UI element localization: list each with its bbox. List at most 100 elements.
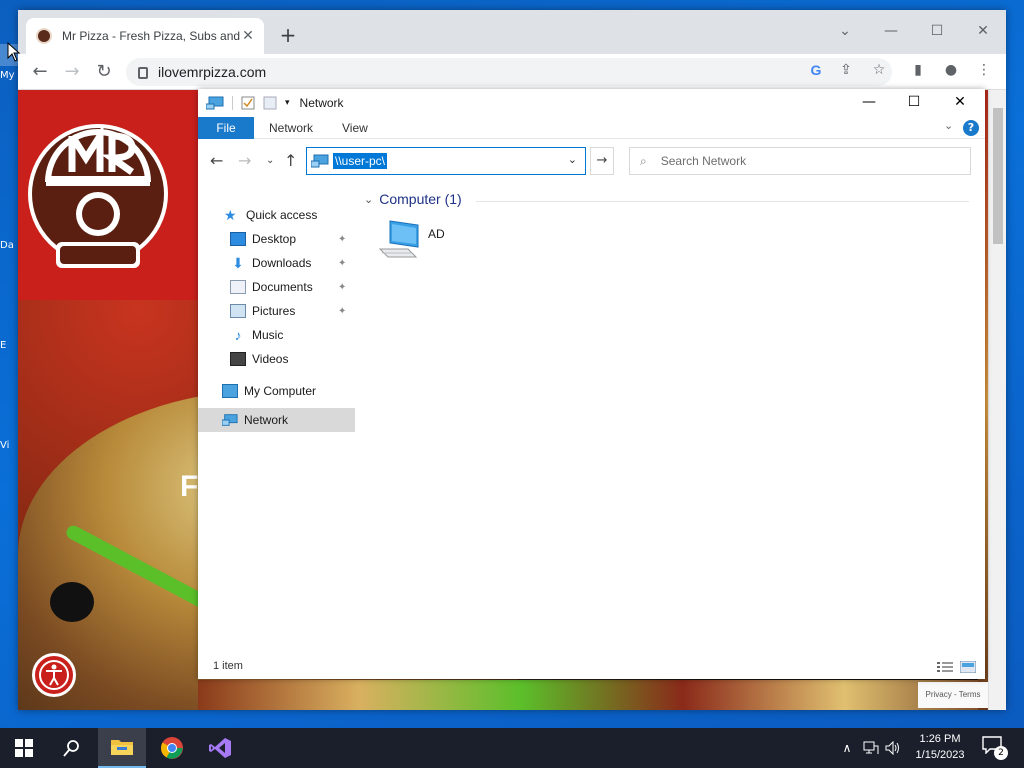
address-dropdown-icon[interactable]: ⌄ <box>568 153 577 166</box>
tab-close-icon[interactable]: ✕ <box>240 28 256 44</box>
navigation-pane: ★ Quick access Desktop ✦ ⬇ Downloads ✦ D… <box>198 193 356 663</box>
pin-icon[interactable]: ✦ <box>338 234 346 245</box>
search-placeholder: Search Network <box>660 154 747 168</box>
network-wired-icon <box>863 741 879 754</box>
forward-arrow-icon[interactable]: → <box>58 58 86 86</box>
bookmark-star-icon[interactable]: ☆ <box>869 60 889 80</box>
taskbar: ∧ 1:26 PM 1/15/2023 2 <box>0 728 1024 768</box>
google-icon[interactable]: G <box>806 60 826 80</box>
properties-checkbox-icon[interactable] <box>241 96 255 110</box>
ribbon-tab-file[interactable]: File <box>198 117 254 139</box>
taskbar-file-explorer[interactable] <box>98 728 146 768</box>
details-view-icon[interactable] <box>937 661 953 673</box>
search-input[interactable]: ⌕ Search Network <box>629 147 971 175</box>
nav-label: Videos <box>252 352 289 366</box>
system-clock[interactable]: 1:26 PM 1/15/2023 <box>908 731 972 763</box>
network-computer-item[interactable]: AD <box>378 219 458 265</box>
explorer-minimize-button[interactable]: — <box>846 89 892 117</box>
recaptcha-badge[interactable]: Privacy - Terms <box>918 682 988 708</box>
taskbar-visual-studio[interactable] <box>196 728 244 768</box>
nav-pictures[interactable]: Pictures ✦ <box>230 299 356 323</box>
taskbar-chrome[interactable] <box>148 728 196 768</box>
nav-videos[interactable]: Videos <box>230 347 288 371</box>
pin-icon[interactable]: ✦ <box>338 306 346 317</box>
address-bar[interactable]: ilovemrpizza.com <box>126 58 892 86</box>
nav-quick-access[interactable]: ★ Quick access <box>224 203 317 227</box>
ribbon-tab-network[interactable]: Network <box>269 117 313 139</box>
new-folder-icon[interactable] <box>263 96 277 110</box>
customize-toolbar-dropdown-icon[interactable]: ▾ <box>285 98 290 108</box>
ribbon-tab-view[interactable]: View <box>342 117 368 139</box>
page-scrollbar[interactable] <box>988 90 1006 710</box>
help-icon[interactable]: ? <box>963 120 979 136</box>
computer-name: AD <box>428 227 445 241</box>
lock-icon <box>138 67 148 79</box>
search-button[interactable] <box>48 728 96 768</box>
explorer-forward-arrow-icon[interactable]: → <box>238 151 251 170</box>
nav-documents[interactable]: Documents ✦ <box>230 275 356 299</box>
nav-label: Downloads <box>252 256 312 270</box>
show-hidden-icons-chevron-icon[interactable]: ∧ <box>836 728 858 768</box>
volume-tray-icon[interactable] <box>882 728 904 768</box>
clock-date: 1/15/2023 <box>915 749 965 761</box>
nav-downloads[interactable]: ⬇ Downloads ✦ <box>230 251 356 275</box>
url-text: ilovemrpizza.com <box>158 64 267 80</box>
back-arrow-icon[interactable]: ← <box>26 58 54 86</box>
explorer-scroll-area <box>969 181 985 657</box>
nav-label: Pictures <box>252 304 296 318</box>
group-header-computer[interactable]: ⌄ Computer (1) <box>364 191 462 207</box>
profile-avatar-icon[interactable]: ● <box>941 60 961 80</box>
desktop-icon <box>230 232 246 246</box>
large-icons-view-icon[interactable] <box>960 661 976 673</box>
nav-desktop[interactable]: Desktop ✦ <box>230 227 356 251</box>
group-collapse-chevron-icon[interactable]: ⌄ <box>364 193 373 206</box>
side-panel-icon[interactable]: ▮ <box>908 60 928 80</box>
folder-icon <box>111 740 133 755</box>
nav-label: Documents <box>252 280 313 294</box>
scrollbar-thumb[interactable] <box>993 108 1003 244</box>
go-arrow-button[interactable]: → <box>590 147 614 175</box>
nav-network[interactable]: Network <box>198 408 355 432</box>
music-note-icon: ♪ <box>234 327 242 343</box>
network-folder-icon <box>206 96 224 110</box>
desktop-icon-2[interactable]: Da <box>0 240 18 251</box>
desktop-icon-4[interactable]: Vi <box>0 440 18 451</box>
accessibility-button[interactable] <box>32 653 76 697</box>
pin-icon[interactable]: ✦ <box>338 258 346 269</box>
explorer-address-input[interactable]: \\user-pc\ ⌄ <box>306 147 586 175</box>
start-button[interactable] <box>0 728 48 768</box>
network-computer-icon <box>378 220 419 258</box>
mr-pizza-logo[interactable] <box>28 102 168 290</box>
pictures-icon <box>230 304 246 318</box>
maximize-button[interactable]: ☐ <box>914 16 960 46</box>
nav-my-computer[interactable]: My Computer <box>222 379 316 403</box>
new-tab-button[interactable]: + <box>276 24 300 48</box>
tab-search-icon[interactable]: ⌄ <box>822 16 868 46</box>
nav-music[interactable]: ♪ Music <box>230 323 284 347</box>
browser-tab-mr-pizza[interactable]: Mr Pizza - Fresh Pizza, Subs and ✕ <box>26 18 264 54</box>
reload-icon[interactable]: ↻ <box>90 58 118 86</box>
file-explorer-window: ▾ Network — ☐ ✕ File Network View ⌄ ? ← … <box>198 89 985 679</box>
desktop-icon-3[interactable]: E <box>0 340 18 351</box>
explorer-maximize-button[interactable]: ☐ <box>891 89 937 117</box>
menu-kebab-icon[interactable]: ⋮ <box>974 60 994 80</box>
minimize-button[interactable]: — <box>868 16 914 46</box>
action-center-button[interactable]: 2 <box>982 736 1008 760</box>
network-tray-icon[interactable] <box>860 728 882 768</box>
share-icon[interactable]: ⇪ <box>836 60 856 80</box>
computer-icon <box>222 384 238 398</box>
close-button[interactable]: ✕ <box>960 16 1006 46</box>
star-icon: ★ <box>224 207 237 223</box>
up-arrow-icon[interactable]: ↑ <box>284 151 297 170</box>
pin-icon[interactable]: ✦ <box>338 282 346 293</box>
download-arrow-icon: ⬇ <box>232 255 244 271</box>
expand-ribbon-chevron-icon[interactable]: ⌄ <box>944 119 953 132</box>
search-icon: ⌕ <box>640 153 647 168</box>
recent-locations-chevron-icon[interactable]: ⌄ <box>266 155 274 166</box>
explorer-close-button[interactable]: ✕ <box>937 89 983 117</box>
explorer-back-arrow-icon[interactable]: ← <box>210 151 223 170</box>
speaker-icon <box>885 741 899 755</box>
network-location-icon <box>311 154 329 168</box>
nav-label: Desktop <box>252 232 297 246</box>
nav-label: Network <box>244 413 289 427</box>
